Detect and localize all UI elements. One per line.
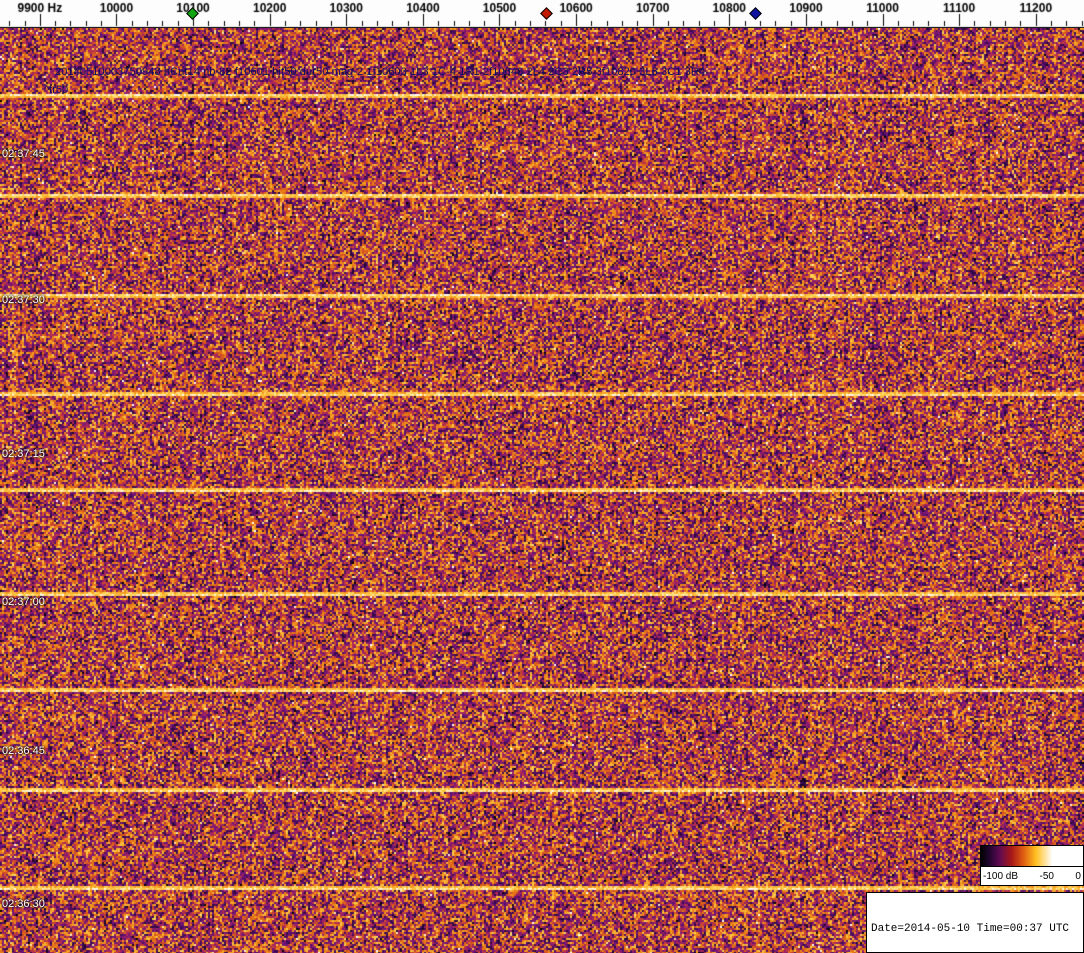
- spectrogram-area: 20140510003750948 hCnt14 nb-82 f10601 hi…: [0, 28, 1084, 953]
- frequency-ruler: [0, 0, 1084, 28]
- trigger-marker-label: ^tr50: [44, 84, 69, 96]
- info-date-line: Date=2014-05-10 Time=00:37 UTC: [871, 923, 1070, 935]
- legend-labels: -100 dB -50 0: [980, 867, 1084, 886]
- legend-max-label: 0: [1075, 870, 1081, 882]
- time-axis-label: 02:36:30: [2, 898, 45, 910]
- observation-info-box: Date=2014-05-10 Time=00:37 UTC Freq=143 …: [866, 892, 1084, 953]
- time-axis-label: 02:37:00: [2, 596, 45, 608]
- intensity-gradient-bar: [980, 845, 1084, 867]
- spectrogram-canvas[interactable]: [0, 28, 1084, 953]
- detection-info-text: 20140510003750948 hCnt14 nb-82 f10601 hi…: [55, 66, 706, 78]
- time-axis-label: 02:37:45: [2, 148, 45, 160]
- meteor-spectrogram-app: 20140510003750948 hCnt14 nb-82 f10601 hi…: [0, 0, 1084, 953]
- time-axis-label: 02:37:30: [2, 294, 45, 306]
- legend-mid-label: -50: [1039, 870, 1054, 882]
- time-axis-label: 02:37:15: [2, 448, 45, 460]
- legend-min-label: -100 dB: [983, 870, 1019, 882]
- time-axis-label: 02:36:45: [2, 745, 45, 757]
- intensity-legend: -100 dB -50 0: [980, 845, 1084, 886]
